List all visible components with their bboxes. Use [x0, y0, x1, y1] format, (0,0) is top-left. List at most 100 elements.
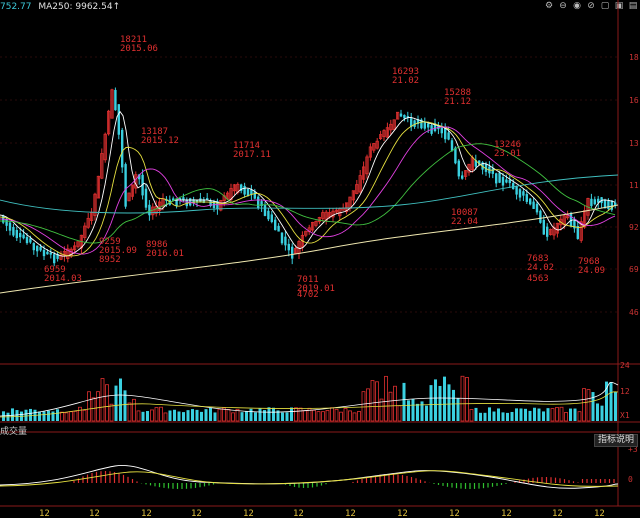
candle-body	[284, 236, 287, 246]
candle-body	[257, 196, 260, 209]
volume-bar	[614, 392, 617, 421]
kline-chart[interactable]: 182112015.06131872015.12 117142017.111629…	[0, 0, 640, 518]
volume-bar	[141, 411, 145, 421]
candle-body	[270, 214, 273, 223]
candle-body	[121, 129, 124, 168]
volume-bar	[443, 376, 446, 421]
volume-bar	[217, 408, 222, 422]
time-tick: 12	[397, 509, 408, 518]
volume-bar	[510, 411, 514, 421]
volume-bar	[195, 409, 199, 421]
price-tick: 69	[629, 265, 639, 274]
candle-body	[501, 177, 505, 186]
annotation-date: 23.01	[494, 149, 521, 159]
volume-bar	[591, 392, 595, 421]
volume-bar	[569, 408, 572, 421]
volume-bar	[330, 407, 334, 422]
volume-bar	[605, 381, 608, 421]
annotation-date: 21.02	[392, 76, 419, 86]
volume-bar	[465, 377, 469, 422]
annotation-date: 24.02	[527, 263, 554, 273]
volume-bar	[533, 407, 536, 421]
volume-bar	[506, 412, 509, 421]
volume-tick: 24	[620, 361, 630, 370]
candle-body	[525, 194, 528, 202]
candle-body	[39, 246, 42, 251]
candle-body	[182, 197, 185, 200]
volume-bar	[416, 403, 419, 421]
volume-bar	[69, 411, 73, 422]
annotations: 182112015.06131872015.12 117142017.111629…	[44, 35, 605, 300]
volume-bar	[316, 411, 321, 422]
time-tick: 12	[552, 509, 563, 518]
volume-bar	[519, 408, 523, 421]
volume-bar	[452, 389, 455, 421]
volume-bar	[348, 410, 352, 422]
candle-body	[280, 232, 284, 244]
volume-bar	[469, 409, 474, 422]
time-tick: 12	[594, 509, 605, 518]
volume-bar	[397, 405, 402, 422]
volume-bar	[321, 411, 325, 422]
volume-bar	[209, 407, 212, 421]
annotation-price: 8952	[99, 255, 121, 265]
volume-title: 成交量	[0, 427, 28, 437]
volume-bar	[582, 388, 586, 422]
candle-body	[148, 204, 151, 216]
volume-bar	[586, 389, 591, 422]
annotation-date: 2014.03	[44, 274, 82, 284]
volume-bar	[357, 411, 361, 422]
candle-body	[287, 243, 290, 251]
volume-bar	[370, 380, 375, 422]
volume-bar	[361, 391, 366, 422]
volume-bar	[456, 398, 460, 421]
volume-bar	[132, 398, 136, 422]
candle-body	[522, 191, 525, 196]
volume-bar	[577, 411, 582, 422]
volume-bar	[191, 409, 194, 421]
volume-bar	[146, 411, 149, 421]
volume-bar	[294, 407, 298, 422]
volume-bar	[303, 410, 307, 422]
candle-body	[512, 183, 515, 190]
candle-body	[461, 175, 464, 179]
volume-bar	[447, 384, 451, 421]
volume-bar	[105, 384, 109, 422]
time-tick: 12	[501, 509, 512, 518]
indicator-help-button[interactable]: 指标说明	[593, 434, 638, 447]
volume-bar	[388, 391, 393, 422]
volume-bar	[254, 412, 257, 421]
candle-body	[399, 113, 403, 117]
volume-bar	[429, 385, 433, 421]
price-tick: 92	[629, 223, 639, 232]
axes: 181613119269462412X1+3012 12 12 12 12 12 12 12 1…	[39, 53, 639, 518]
candle-body	[440, 127, 443, 134]
volume-bar	[384, 375, 388, 422]
candle-body	[12, 226, 15, 236]
volume-bar	[163, 412, 168, 422]
volume-bar	[245, 411, 248, 421]
volume-bar	[38, 411, 41, 421]
candle-body	[447, 132, 450, 140]
annotation-date: 21.12	[444, 97, 471, 107]
volume-bar	[87, 391, 91, 422]
volume-bar	[96, 391, 100, 422]
candle-body	[124, 164, 127, 207]
volume-bar	[154, 407, 159, 422]
volume-bar	[542, 411, 545, 421]
candle-body	[46, 251, 49, 255]
candle-body	[36, 245, 39, 252]
volume-bar	[596, 403, 599, 421]
candle-body	[515, 186, 518, 195]
volume-bar	[573, 408, 577, 421]
volume-bar	[173, 409, 176, 421]
candle-body	[457, 160, 460, 177]
candle-body	[246, 189, 250, 196]
volume-bar	[263, 410, 266, 421]
volume-bar	[285, 412, 289, 421]
candle-body	[53, 254, 56, 264]
candle-body	[267, 210, 270, 220]
volume-bar	[240, 412, 244, 421]
time-tick: 12	[39, 509, 50, 518]
volume-bar	[524, 408, 527, 421]
